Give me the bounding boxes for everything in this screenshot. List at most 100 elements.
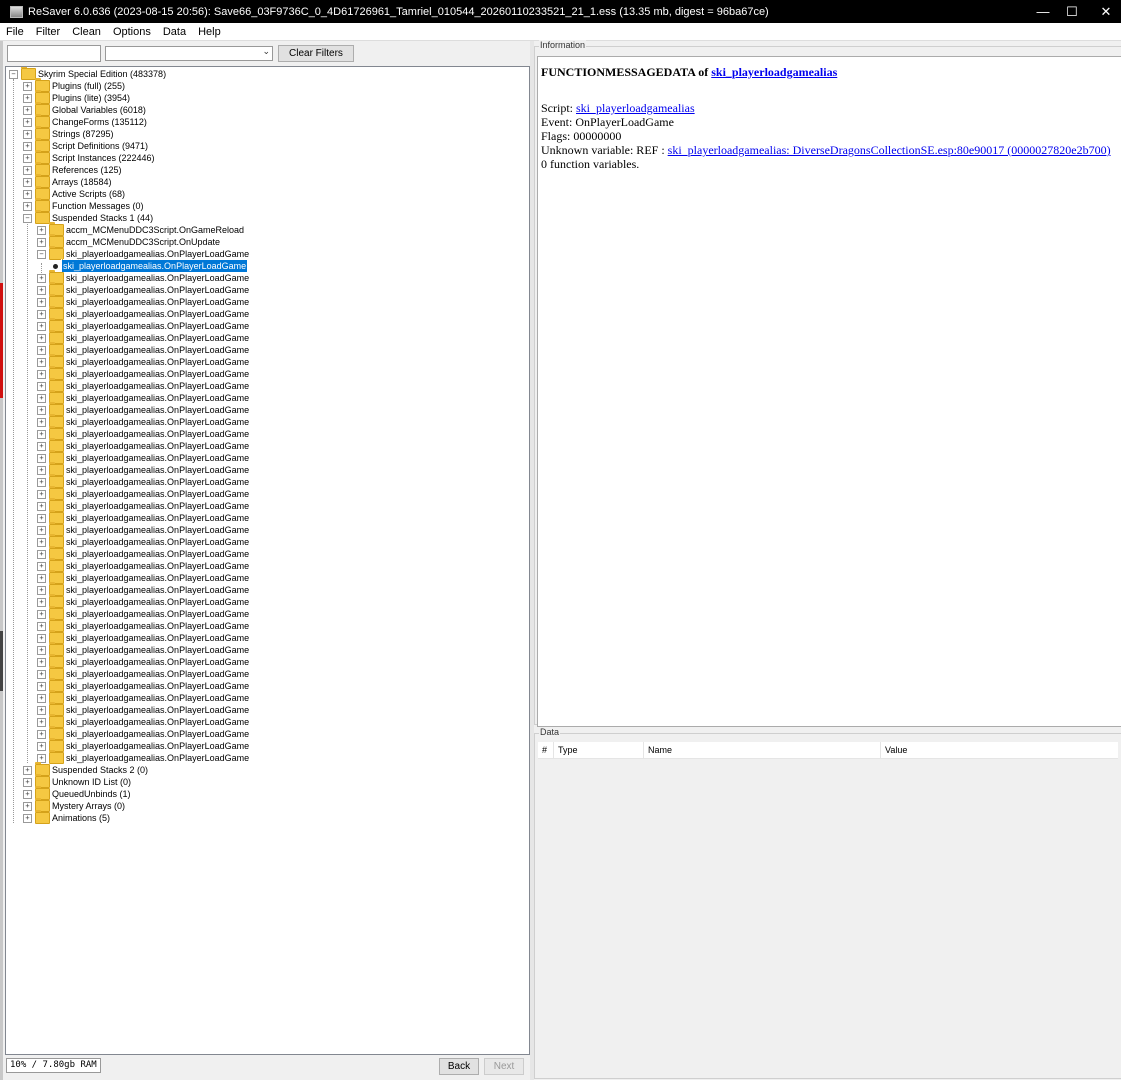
expand-icon[interactable]: + — [37, 285, 46, 295]
expand-icon[interactable]: + — [37, 597, 46, 607]
expand-icon[interactable]: + — [37, 357, 46, 367]
expand-icon[interactable]: + — [37, 237, 46, 247]
tree-stack-item[interactable]: + ski_playerloadgamealias.OnPlayerLoadGam… — [37, 522, 249, 536]
expand-icon[interactable]: + — [37, 417, 46, 427]
expand-icon[interactable]: + — [37, 537, 46, 547]
tree-stack-item[interactable]: + ski_playerloadgamealias.OnPlayerLoadGam… — [37, 414, 249, 428]
tree-stack-item[interactable]: + ski_playerloadgamealias.OnPlayerLoadGam… — [37, 270, 249, 284]
tree-stack-item[interactable]: + ski_playerloadgamealias.OnPlayerLoadGam… — [37, 570, 249, 584]
next-button[interactable]: Next — [484, 1058, 524, 1075]
expand-icon[interactable]: + — [23, 141, 32, 151]
expand-icon[interactable]: + — [37, 369, 46, 379]
expand-icon[interactable]: + — [37, 321, 46, 331]
expand-icon[interactable]: + — [37, 393, 46, 403]
expand-icon[interactable]: + — [37, 333, 46, 343]
filter-plugin-select[interactable]: ⌄ — [105, 45, 273, 61]
expand-icon[interactable]: + — [23, 789, 32, 799]
expand-icon[interactable]: + — [37, 705, 46, 715]
tree-stack-item[interactable]: + ski_playerloadgamealias.OnPlayerLoadGam… — [37, 402, 249, 416]
tree-stack-item[interactable]: + ski_playerloadgamealias.OnPlayerLoadGam… — [37, 534, 249, 548]
tree-stack-item[interactable]: − ski_playerloadgamealias.OnPlayerLoadGam… — [37, 246, 249, 260]
expand-icon[interactable]: + — [37, 681, 46, 691]
expand-icon[interactable]: + — [37, 489, 46, 499]
tree-stack-item[interactable]: + ski_playerloadgamealias.OnPlayerLoadGam… — [37, 558, 249, 572]
expand-icon[interactable]: + — [37, 741, 46, 751]
expand-icon[interactable]: + — [37, 381, 46, 391]
tree-section[interactable]: + Function Messages (0) — [23, 198, 144, 212]
expand-icon[interactable]: + — [37, 273, 46, 283]
tree-stack-item[interactable]: + ski_playerloadgamealias.OnPlayerLoadGam… — [37, 462, 249, 476]
expand-icon[interactable]: + — [37, 525, 46, 535]
tree-stack-item[interactable]: + ski_playerloadgamealias.OnPlayerLoadGam… — [37, 378, 249, 392]
expand-icon[interactable]: + — [23, 165, 32, 175]
expand-icon[interactable]: + — [23, 93, 32, 103]
expand-icon[interactable]: + — [23, 189, 32, 199]
tree-stack-item[interactable]: + ski_playerloadgamealias.OnPlayerLoadGam… — [37, 282, 249, 296]
tree-stack-item[interactable]: + ski_playerloadgamealias.OnPlayerLoadGam… — [37, 354, 249, 368]
tree-stack-item[interactable]: + ski_playerloadgamealias.OnPlayerLoadGam… — [37, 618, 249, 632]
tree-section[interactable]: + Animations (5) — [23, 810, 110, 824]
tree-stack-item[interactable]: + ski_playerloadgamealias.OnPlayerLoadGam… — [37, 474, 249, 488]
tree-stack-item[interactable]: + ski_playerloadgamealias.OnPlayerLoadGam… — [37, 702, 249, 716]
tree-section-suspended-stacks[interactable]: − Suspended Stacks 1 (44) — [23, 210, 153, 224]
tree-stack-item[interactable]: + ski_playerloadgamealias.OnPlayerLoadGam… — [37, 342, 249, 356]
expand-icon[interactable]: + — [37, 309, 46, 319]
tree-stack-item[interactable]: + ski_playerloadgamealias.OnPlayerLoadGam… — [37, 714, 249, 728]
expand-icon[interactable]: + — [37, 441, 46, 451]
menu-clean[interactable]: Clean — [66, 26, 107, 38]
column-header-index[interactable]: # — [538, 742, 554, 758]
tree-stack-item[interactable]: + ski_playerloadgamealias.OnPlayerLoadGam… — [37, 330, 249, 344]
expand-icon[interactable]: + — [37, 453, 46, 463]
expand-icon[interactable]: + — [37, 573, 46, 583]
expand-icon[interactable]: + — [37, 405, 46, 415]
tree-stack-item[interactable]: + ski_playerloadgamealias.OnPlayerLoadGam… — [37, 606, 249, 620]
expand-icon[interactable]: + — [37, 585, 46, 595]
expand-icon[interactable]: + — [37, 429, 46, 439]
tree-stack-item[interactable]: + ski_playerloadgamealias.OnPlayerLoadGam… — [37, 666, 249, 680]
expand-icon[interactable]: + — [37, 501, 46, 511]
close-button[interactable]: ✕ — [1089, 0, 1121, 23]
tree-stack-item[interactable]: + ski_playerloadgamealias.OnPlayerLoadGam… — [37, 498, 249, 512]
expand-icon[interactable]: + — [37, 345, 46, 355]
expand-icon[interactable]: + — [23, 801, 32, 811]
tree-section[interactable]: + Script Instances (222446) — [23, 150, 155, 164]
tree-stack-item[interactable]: + ski_playerloadgamealias.OnPlayerLoadGam… — [37, 642, 249, 656]
tree-stack-item[interactable]: + ski_playerloadgamealias.OnPlayerLoadGam… — [37, 546, 249, 560]
tree-stack-item[interactable]: + ski_playerloadgamealias.OnPlayerLoadGam… — [37, 510, 249, 524]
tree-stack-item[interactable]: + ski_playerloadgamealias.OnPlayerLoadGam… — [37, 582, 249, 596]
tree-stack-item[interactable]: + accm_MCMenuDDC3Script.OnGameReload — [37, 222, 244, 236]
expand-icon[interactable]: + — [23, 201, 32, 211]
tree-stack-item[interactable]: + ski_playerloadgamealias.OnPlayerLoadGam… — [37, 450, 249, 464]
expand-icon[interactable]: + — [23, 765, 32, 775]
expand-icon[interactable]: + — [23, 129, 32, 139]
filter-search-input[interactable] — [7, 44, 101, 62]
expand-icon[interactable]: + — [37, 225, 46, 235]
unknown-variable-link[interactable]: ski_playerloadgamealias: DiverseDragonsC… — [668, 143, 1111, 157]
tree-section[interactable]: + Global Variables (6018) — [23, 102, 146, 116]
tree-root[interactable]: − Skyrim Special Edition (483378) — [9, 67, 166, 80]
expand-icon[interactable]: + — [37, 693, 46, 703]
expand-icon[interactable]: + — [37, 297, 46, 307]
expand-icon[interactable]: + — [37, 561, 46, 571]
clear-filters-button[interactable]: Clear Filters — [278, 44, 354, 62]
expand-icon[interactable]: + — [23, 777, 32, 787]
column-header-value[interactable]: Value — [881, 742, 1116, 758]
expand-icon[interactable]: + — [37, 633, 46, 643]
expand-icon[interactable]: + — [37, 645, 46, 655]
tree-stack-item[interactable]: + ski_playerloadgamealias.OnPlayerLoadGam… — [37, 438, 249, 452]
expand-icon[interactable]: + — [23, 105, 32, 115]
menu-data[interactable]: Data — [157, 26, 192, 38]
tree-stack-item[interactable]: + ski_playerloadgamealias.OnPlayerLoadGam… — [37, 690, 249, 704]
maximize-button[interactable]: ☐ — [1055, 0, 1089, 23]
save-tree[interactable]: − Skyrim Special Edition (483378) + Plugins… — [5, 66, 530, 1055]
tree-stack-item[interactable]: + ski_playerloadgamealias.OnPlayerLoadGam… — [37, 390, 249, 404]
expand-icon[interactable]: + — [37, 477, 46, 487]
expand-icon[interactable]: + — [37, 669, 46, 679]
tree-stack-item[interactable]: + ski_playerloadgamealias.OnPlayerLoadGam… — [37, 678, 249, 692]
expand-icon[interactable]: + — [23, 81, 32, 91]
tree-stack-item[interactable]: + ski_playerloadgamealias.OnPlayerLoadGam… — [37, 486, 249, 500]
tree-stack-item[interactable]: + ski_playerloadgamealias.OnPlayerLoadGam… — [37, 654, 249, 668]
tree-stack-item[interactable]: + ski_playerloadgamealias.OnPlayerLoadGam… — [37, 366, 249, 380]
expand-icon[interactable]: + — [37, 513, 46, 523]
tree-stack-item[interactable]: + ski_playerloadgamealias.OnPlayerLoadGam… — [37, 318, 249, 332]
